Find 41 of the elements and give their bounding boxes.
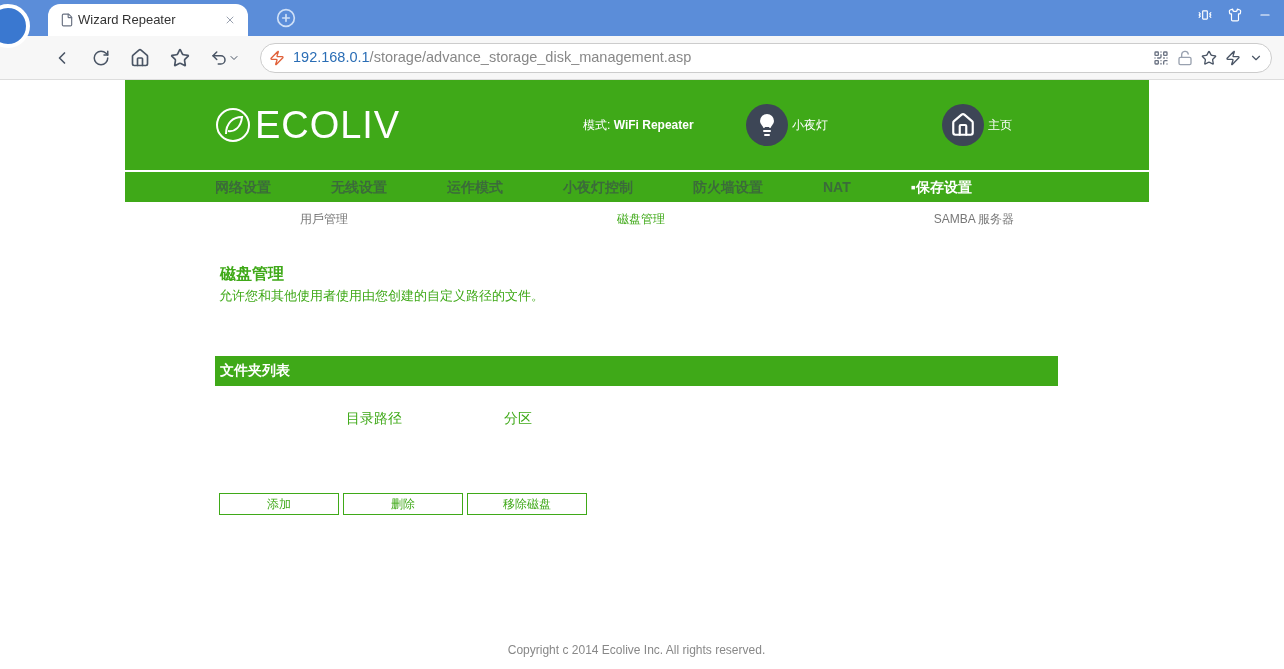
- browser-tab[interactable]: Wizard Repeater: [48, 4, 248, 36]
- action-button[interactable]: 删除: [343, 492, 463, 515]
- lock-icon[interactable]: [1177, 49, 1193, 66]
- table-title: 文件夹列表: [220, 361, 290, 380]
- subnav-link[interactable]: 磁盘管理: [616, 210, 665, 228]
- action-button[interactable]: 添加: [219, 492, 339, 515]
- url-text: 192.168.0.1/storage/advance_storage_disk_management.asp: [293, 47, 693, 67]
- night-light-link[interactable]: 小夜灯: [791, 116, 828, 134]
- star-icon[interactable]: [170, 47, 190, 68]
- night-light-icon[interactable]: [745, 104, 788, 146]
- subnav-link[interactable]: 用戶管理: [299, 210, 348, 228]
- column-header: 分区: [504, 408, 532, 428]
- leaf-logo-icon: [215, 107, 251, 143]
- lightning-icon[interactable]: [1225, 49, 1241, 66]
- home-icon[interactable]: [130, 47, 150, 68]
- vibrate-icon[interactable]: [1198, 8, 1212, 22]
- close-icon[interactable]: [224, 14, 236, 26]
- star-icon[interactable]: [1201, 49, 1217, 66]
- nav-item[interactable]: 小夜灯控制: [563, 176, 633, 198]
- reload-icon[interactable]: [92, 48, 110, 67]
- page-icon: [60, 13, 74, 27]
- subnav-link[interactable]: SAMBA 服务器: [933, 210, 1015, 228]
- home-icon[interactable]: [941, 104, 984, 146]
- shirt-icon[interactable]: [1228, 8, 1242, 22]
- nav-item[interactable]: 防火墙设置: [693, 176, 763, 198]
- page-description: 允许您和其他使用者使用由您创建的自定义路径的文件。: [219, 287, 545, 305]
- nav-item[interactable]: NAT: [823, 176, 851, 198]
- home-link[interactable]: 主页: [987, 116, 1012, 134]
- qr-code-icon[interactable]: [1153, 49, 1169, 66]
- mode-text: 模式: WiFi Repeater: [583, 117, 694, 134]
- nav-item[interactable]: 网络设置: [215, 176, 271, 198]
- logo: ECOLIV: [215, 106, 401, 144]
- column-header: 目录路径: [346, 408, 402, 428]
- page-title: 磁盘管理: [220, 264, 285, 284]
- address-bar[interactable]: 192.168.0.1/storage/advance_storage_disk_management.asp: [260, 42, 1272, 73]
- undo-icon[interactable]: [210, 48, 228, 67]
- action-button[interactable]: 移除磁盘: [467, 492, 587, 515]
- nav-item[interactable]: ▪保存设置: [910, 176, 972, 198]
- copyright-text: Copyright c 2014 Ecolive Inc. All rights reserved.: [506, 641, 767, 659]
- nav-item[interactable]: 无线设置: [331, 176, 387, 198]
- nav-item[interactable]: 运作模式: [447, 176, 503, 198]
